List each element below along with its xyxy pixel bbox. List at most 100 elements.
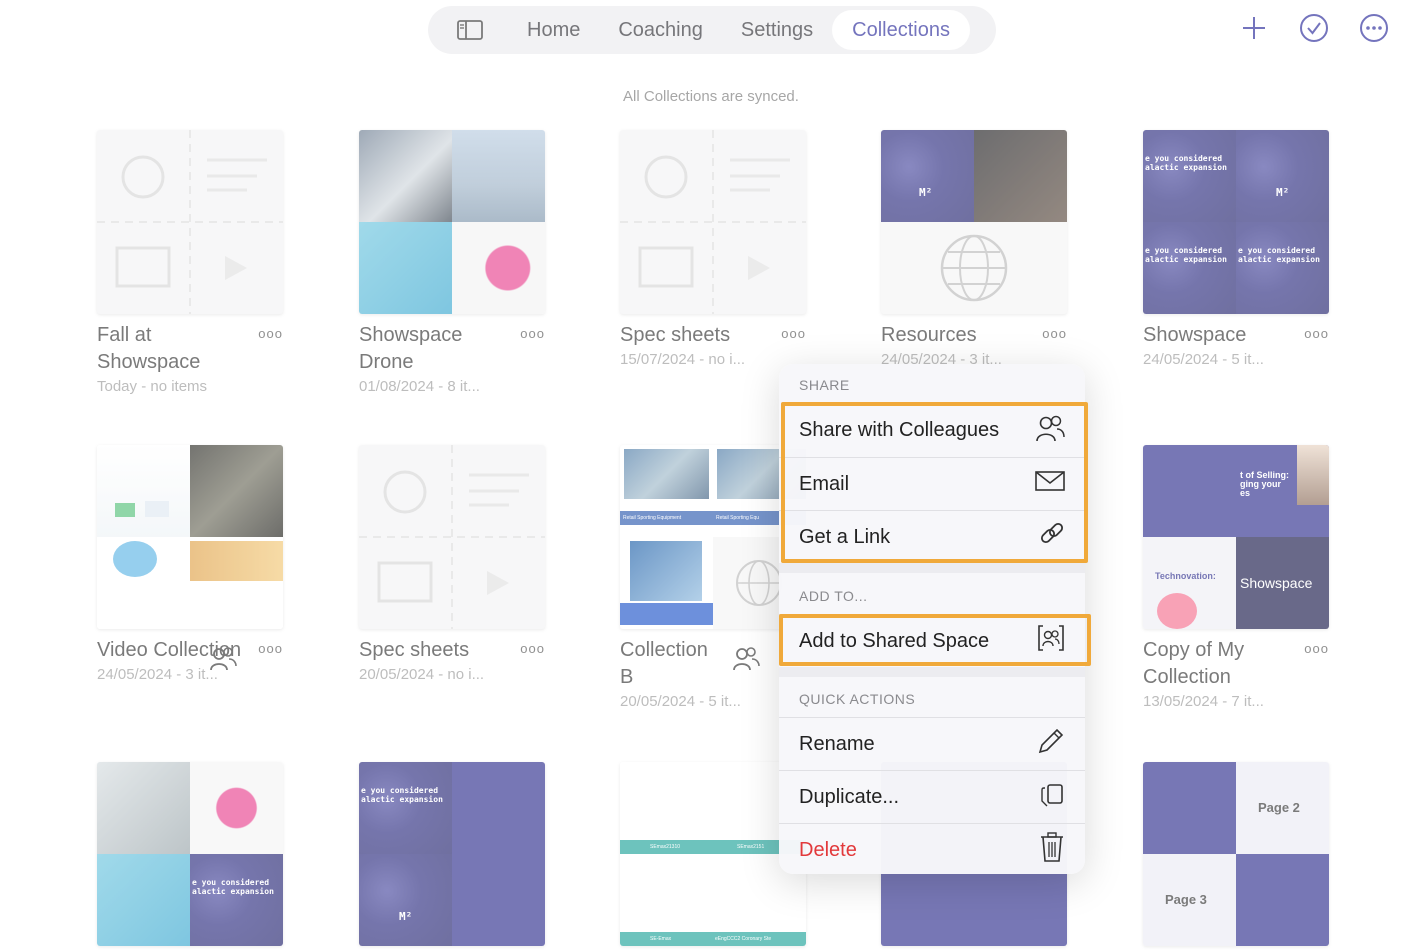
collection-tile[interactable]: Spec sheets 20/05/2024 - no i... ooo	[359, 445, 545, 683]
slide-thumbnail: e you considered alactic expansion	[359, 762, 452, 854]
slide-thumbnail	[1236, 854, 1329, 946]
menu-item-label: Email	[799, 472, 850, 495]
collection-tile[interactable]: Page 2 Page 3	[1143, 762, 1329, 946]
collection-tile[interactable]: Showspace Drone 01/08/2024 - 8 it... ooo	[359, 130, 545, 395]
collection-tile[interactable]: e you considered alactic expansion M² e …	[1143, 130, 1329, 368]
slide-thumbnail	[1143, 762, 1236, 854]
collection-tile[interactable]: M² Resources 24/05/2024 - 3 it... ooo	[881, 130, 1067, 368]
shared-space-icon	[1037, 624, 1065, 658]
slide-thumbnail: M²	[881, 130, 974, 222]
menu-section-gap	[779, 667, 1085, 677]
collection-name: Showspace	[1143, 324, 1247, 346]
top-tab-bar: Home Coaching Settings Collections	[428, 6, 996, 54]
collection-thumbnail: t of Selling: ging your es Technovation:…	[1143, 445, 1329, 629]
electronics-photo	[97, 854, 190, 946]
sidebar-toggle-icon[interactable]	[432, 10, 508, 50]
share-section-header: SHARE	[799, 377, 850, 393]
collection-name: Collection B	[620, 639, 708, 688]
slide-thumbnail: e you considered alactic expansion	[1143, 222, 1236, 314]
collection-thumbnail: Page 2 Page 3	[1143, 762, 1329, 946]
slide-thumbnail	[452, 854, 545, 946]
collection-name: Showspace Drone	[359, 324, 463, 373]
tab-settings[interactable]: Settings	[722, 10, 832, 50]
checkmark-circle-icon[interactable]	[1298, 12, 1330, 44]
more-dots-icon[interactable]: ooo	[258, 326, 283, 341]
globe-icon	[940, 234, 1008, 302]
slide-thumbnail: M²	[359, 854, 452, 946]
collection-meta: 24/05/2024 - 5 it...	[1143, 351, 1264, 368]
envelope-icon	[1035, 470, 1065, 498]
stent-thumbnail: SEmax21310	[620, 762, 713, 854]
more-dots-icon[interactable]: ooo	[1042, 326, 1067, 341]
people-icon	[1035, 413, 1065, 449]
menu-section-gap	[779, 563, 1085, 573]
slide-thumbnail: Retail Sporting Equipment	[620, 445, 713, 537]
tab-home[interactable]: Home	[508, 10, 599, 50]
share-with-colleagues-item[interactable]: Share with Colleagues	[779, 404, 1085, 457]
plus-icon[interactable]	[1238, 12, 1270, 44]
collection-tile[interactable]: Fall at Showspace Today - no items ooo	[97, 130, 283, 395]
more-dots-icon[interactable]: ooo	[520, 326, 545, 341]
empty-collection-thumbnail	[97, 130, 283, 314]
pencil-icon	[1037, 727, 1065, 761]
slide-thumbnail	[452, 762, 545, 854]
slide-thumbnail: e you considered alactic expansion	[190, 854, 283, 946]
email-item[interactable]: Email	[779, 457, 1085, 510]
collection-meta: Today - no items	[97, 378, 208, 395]
tab-coaching[interactable]: Coaching	[599, 10, 722, 50]
more-dots-icon[interactable]: ooo	[1304, 326, 1329, 341]
tab-collections[interactable]: Collections	[832, 10, 970, 50]
menu-item-label: Get a Link	[799, 525, 891, 548]
motor-photo	[452, 222, 545, 314]
collection-name: Resources	[881, 324, 977, 346]
waterfall-photo	[190, 445, 283, 537]
building-photo	[97, 762, 190, 854]
slide-thumbnail: Showspace	[1236, 537, 1329, 629]
collection-name: Spec sheets	[620, 324, 731, 346]
slide-thumbnail	[1143, 445, 1236, 537]
collection-tile[interactable]: e you considered alactic expansion M²	[359, 762, 545, 946]
webpage-thumbnail	[97, 537, 190, 629]
delete-item[interactable]: Delete	[779, 823, 1085, 874]
trash-icon	[1039, 831, 1065, 869]
sync-status: All Collections are synced.	[623, 88, 799, 105]
collection-meta: 13/05/2024 - 7 it...	[1143, 693, 1264, 710]
shared-collaborators-icon	[732, 645, 760, 678]
more-dots-icon[interactable]: ooo	[520, 641, 545, 656]
rename-item[interactable]: Rename	[779, 717, 1085, 770]
menu-item-label: Duplicate...	[799, 785, 900, 808]
collection-thumbnail	[97, 445, 283, 629]
collection-thumbnail: M²	[881, 130, 1067, 314]
slide-thumbnail: Page 3	[1143, 854, 1236, 946]
duplicate-item[interactable]: Duplicate...	[779, 770, 1085, 823]
webpage-thumbnail	[97, 445, 190, 537]
collection-tile[interactable]: e you considered alactic expansion	[97, 762, 283, 946]
collection-tile[interactable]: Video Collection 24/05/2024 - 3 it... oo…	[97, 445, 283, 683]
get-link-item[interactable]: Get a Link	[779, 510, 1085, 563]
slide-thumbnail: M²	[1236, 130, 1329, 222]
toolbar-actions	[1238, 12, 1390, 44]
slide-thumbnail: Technovation:	[1143, 537, 1236, 629]
collection-context-menu: SHARE Share with Colleagues Email Get a …	[779, 364, 1085, 874]
collection-thumbnail: e you considered alactic expansion M²	[359, 762, 545, 946]
more-options-icon[interactable]	[1358, 12, 1390, 44]
collection-name: Fall at Showspace	[97, 324, 201, 373]
slide-thumbnail: t of Selling: ging your es	[1236, 445, 1329, 537]
add-to-section-header: ADD TO...	[799, 588, 868, 604]
motor-photo	[190, 762, 283, 854]
collection-tile[interactable]: t of Selling: ging your es Technovation:…	[1143, 445, 1329, 710]
more-dots-icon[interactable]: ooo	[1304, 641, 1329, 656]
collection-tile[interactable]: Spec sheets 15/07/2024 - no i... ooo	[620, 130, 806, 368]
duplicate-icon	[1039, 781, 1065, 813]
more-dots-icon[interactable]: ooo	[258, 641, 283, 656]
collection-thumbnail	[359, 130, 545, 314]
collection-thumbnail: e you considered alactic expansion	[97, 762, 283, 946]
collection-name: Copy of My Collection	[1143, 639, 1245, 688]
slide-thumbnail	[974, 130, 1067, 222]
add-to-shared-space-item[interactable]: Add to Shared Space	[779, 614, 1085, 667]
collection-meta: 20/05/2024 - no i...	[359, 666, 485, 683]
slide-thumbnail: e you considered alactic expansion	[1143, 130, 1236, 222]
menu-item-label: Rename	[799, 732, 875, 755]
link-icon	[1039, 521, 1065, 553]
more-dots-icon[interactable]: ooo	[781, 326, 806, 341]
